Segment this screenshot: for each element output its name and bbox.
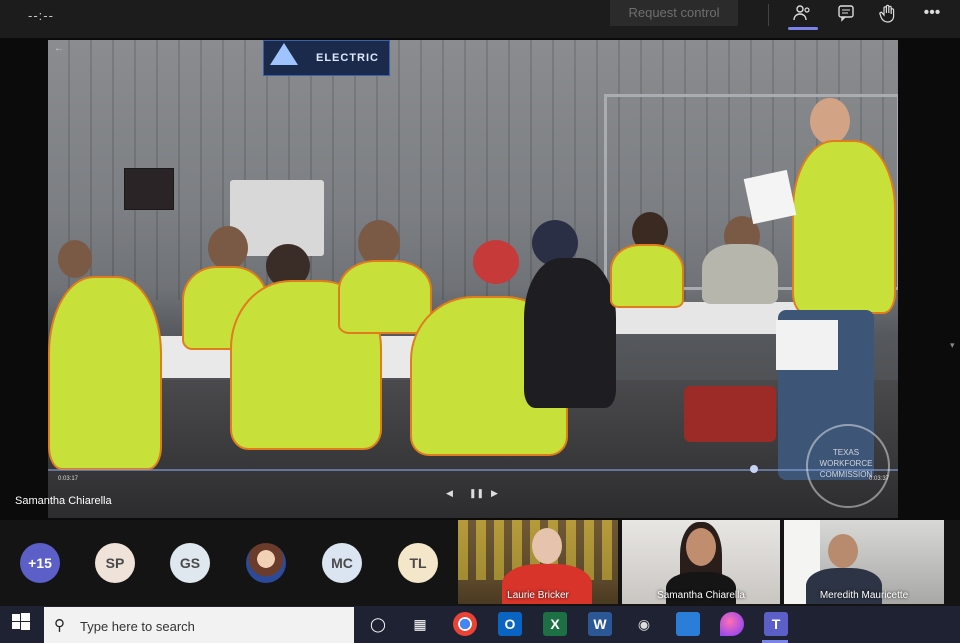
participant-video-tile[interactable]: Laurie Bricker (458, 520, 618, 604)
back-arrow-icon[interactable]: ← (54, 43, 64, 54)
trainee (48, 276, 162, 470)
trainee-head (58, 240, 92, 278)
windows-start-icon[interactable] (10, 611, 34, 635)
forward-icon[interactable]: ▶ (491, 488, 498, 499)
participant-avatar[interactable]: SP (95, 543, 135, 583)
request-control-button[interactable]: Request control (610, 0, 738, 26)
more-participants-badge[interactable]: +15 (20, 543, 60, 583)
excel-icon[interactable]: X (543, 612, 567, 636)
meeting-toolbar (0, 0, 960, 38)
instructor-paper (776, 320, 838, 370)
trainee-head (208, 226, 248, 270)
more-options-icon[interactable]: ••• (921, 4, 943, 22)
search-placeholder[interactable]: Type here to search (80, 619, 195, 634)
company-logo-icon (270, 43, 298, 65)
task-view-icon[interactable]: ▦ (408, 612, 432, 636)
raise-hand-icon[interactable] (877, 4, 899, 23)
people-icon[interactable] (791, 4, 813, 22)
rewind-icon[interactable]: ◀ (446, 488, 453, 499)
presenter-name: Samantha Chiarella (15, 495, 112, 507)
toolbar-divider (768, 4, 769, 26)
participant-avatar[interactable]: MC (322, 543, 362, 583)
pause-icon[interactable]: ❚❚ (469, 488, 484, 499)
participant-photo-avatar[interactable] (246, 543, 286, 583)
expand-caret-icon[interactable]: ▾ (950, 340, 955, 351)
instructor-head (810, 98, 850, 144)
trainee (338, 260, 432, 334)
participant-name: Meredith Mauricette (819, 590, 909, 601)
video-seek-handle[interactable] (749, 465, 758, 473)
video-seek-bar[interactable] (48, 469, 898, 471)
trainee (610, 244, 684, 308)
participant-avatar[interactable]: GS (170, 543, 210, 583)
shared-video[interactable]: ELECTRIC (48, 40, 898, 518)
participant-face (532, 528, 562, 564)
trainee (702, 244, 778, 304)
company-sign-text: ELECTRIC (316, 52, 379, 64)
participant-face (686, 528, 716, 566)
participant-video-tile[interactable]: Samantha Chiarella (622, 520, 780, 604)
photos-icon[interactable] (676, 612, 700, 636)
handout-paper (743, 169, 797, 225)
outlook-icon[interactable]: O (498, 612, 522, 636)
participant-avatar[interactable]: TL (398, 543, 438, 583)
participant-face (828, 534, 858, 568)
watermark-text: TEXAS WORKFORCE COMMISSION (819, 448, 873, 479)
tool-bag (684, 386, 776, 442)
paint-icon[interactable] (720, 612, 744, 636)
chrome-icon[interactable] (453, 612, 477, 636)
participant-video-tile[interactable]: Meredith Mauricette (784, 520, 944, 604)
people-tab-indicator (788, 27, 818, 30)
word-icon[interactable]: W (588, 612, 612, 636)
instructor (792, 140, 896, 314)
chat-icon[interactable] (835, 4, 857, 22)
video-current-time: 0:03:17 (58, 476, 79, 482)
wall-plaque (124, 168, 174, 210)
cortana-icon[interactable]: ◯ (366, 612, 390, 636)
teams-icon[interactable]: T (764, 612, 788, 636)
red-cap-head (473, 240, 519, 284)
participant-name: Samantha Chiarella (657, 590, 745, 601)
participant-name: Laurie Bricker (507, 590, 569, 601)
meeting-timer: --:-- (28, 8, 54, 23)
trainee (524, 258, 616, 408)
camera-icon[interactable]: ◉ (632, 612, 656, 636)
search-icon: ⚲ (54, 617, 65, 634)
